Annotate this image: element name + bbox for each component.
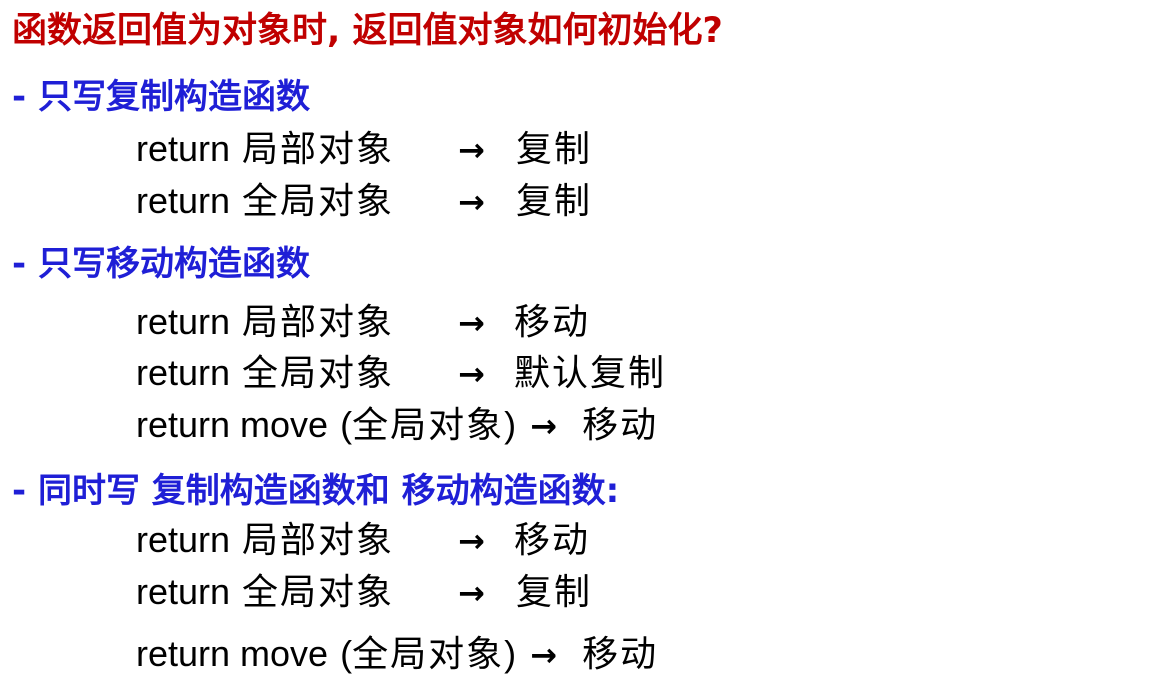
object-kind: 全局对象 — [352, 634, 505, 675]
slide-title: 函数返回值为对象时, 返回值对象如何初始化? — [12, 11, 723, 51]
arrow-icon: → — [530, 407, 557, 445]
section-heading-copy-only: - 只写复制构造函数 — [12, 77, 310, 117]
code-keyword: return — [136, 301, 231, 342]
code-keyword: return — [136, 352, 231, 393]
open-paren: ( — [340, 633, 353, 674]
object-kind: 局部对象 — [242, 520, 395, 561]
rule-line: return move ( 全局对象 ) → 移动 — [136, 407, 658, 444]
rule-line: return 局部对象 → 复制 — [136, 131, 592, 168]
arrow-icon: → — [530, 636, 557, 674]
init-result: 移动 — [582, 405, 659, 446]
open-paren: ( — [340, 404, 353, 445]
object-kind: 全局对象 — [242, 572, 395, 613]
object-kind: 全局对象 — [242, 181, 395, 222]
arrow-icon: → — [458, 522, 485, 560]
code-keyword: return — [136, 519, 231, 560]
code-keyword: return move — [136, 633, 329, 674]
object-kind: 局部对象 — [242, 129, 395, 170]
arrow-icon: → — [458, 574, 485, 612]
arrow-icon: → — [458, 131, 485, 169]
arrow-icon: → — [458, 183, 485, 221]
init-result: 默认复制 — [514, 353, 667, 394]
rule-line: return 全局对象 → 复制 — [136, 183, 592, 220]
section-heading-move-only: - 只写移动构造函数 — [12, 244, 310, 284]
init-result: 移动 — [514, 520, 591, 561]
init-result: 移动 — [582, 634, 659, 675]
rule-line: return 局部对象 → 移动 — [136, 522, 590, 559]
rule-line: return move ( 全局对象 ) → 移动 — [136, 636, 658, 673]
code-keyword: return move — [136, 404, 329, 445]
arrow-icon: → — [458, 304, 485, 342]
object-kind: 全局对象 — [242, 353, 395, 394]
object-kind: 局部对象 — [242, 302, 395, 343]
init-result: 复制 — [516, 181, 593, 222]
close-paren: ) — [504, 404, 517, 445]
code-keyword: return — [136, 571, 231, 612]
section-heading-both: - 同时写 复制构造函数和 移动构造函数: — [12, 471, 620, 511]
rule-line: return 全局对象 → 默认复制 — [136, 355, 666, 392]
init-result: 复制 — [516, 572, 593, 613]
arrow-icon: → — [458, 355, 485, 393]
init-result: 移动 — [514, 302, 591, 343]
code-keyword: return — [136, 128, 231, 169]
init-result: 复制 — [516, 129, 593, 170]
rule-line: return 局部对象 → 移动 — [136, 304, 590, 341]
object-kind: 全局对象 — [352, 405, 505, 446]
code-keyword: return — [136, 180, 231, 221]
close-paren: ) — [504, 633, 517, 674]
rule-line: return 全局对象 → 复制 — [136, 574, 592, 611]
